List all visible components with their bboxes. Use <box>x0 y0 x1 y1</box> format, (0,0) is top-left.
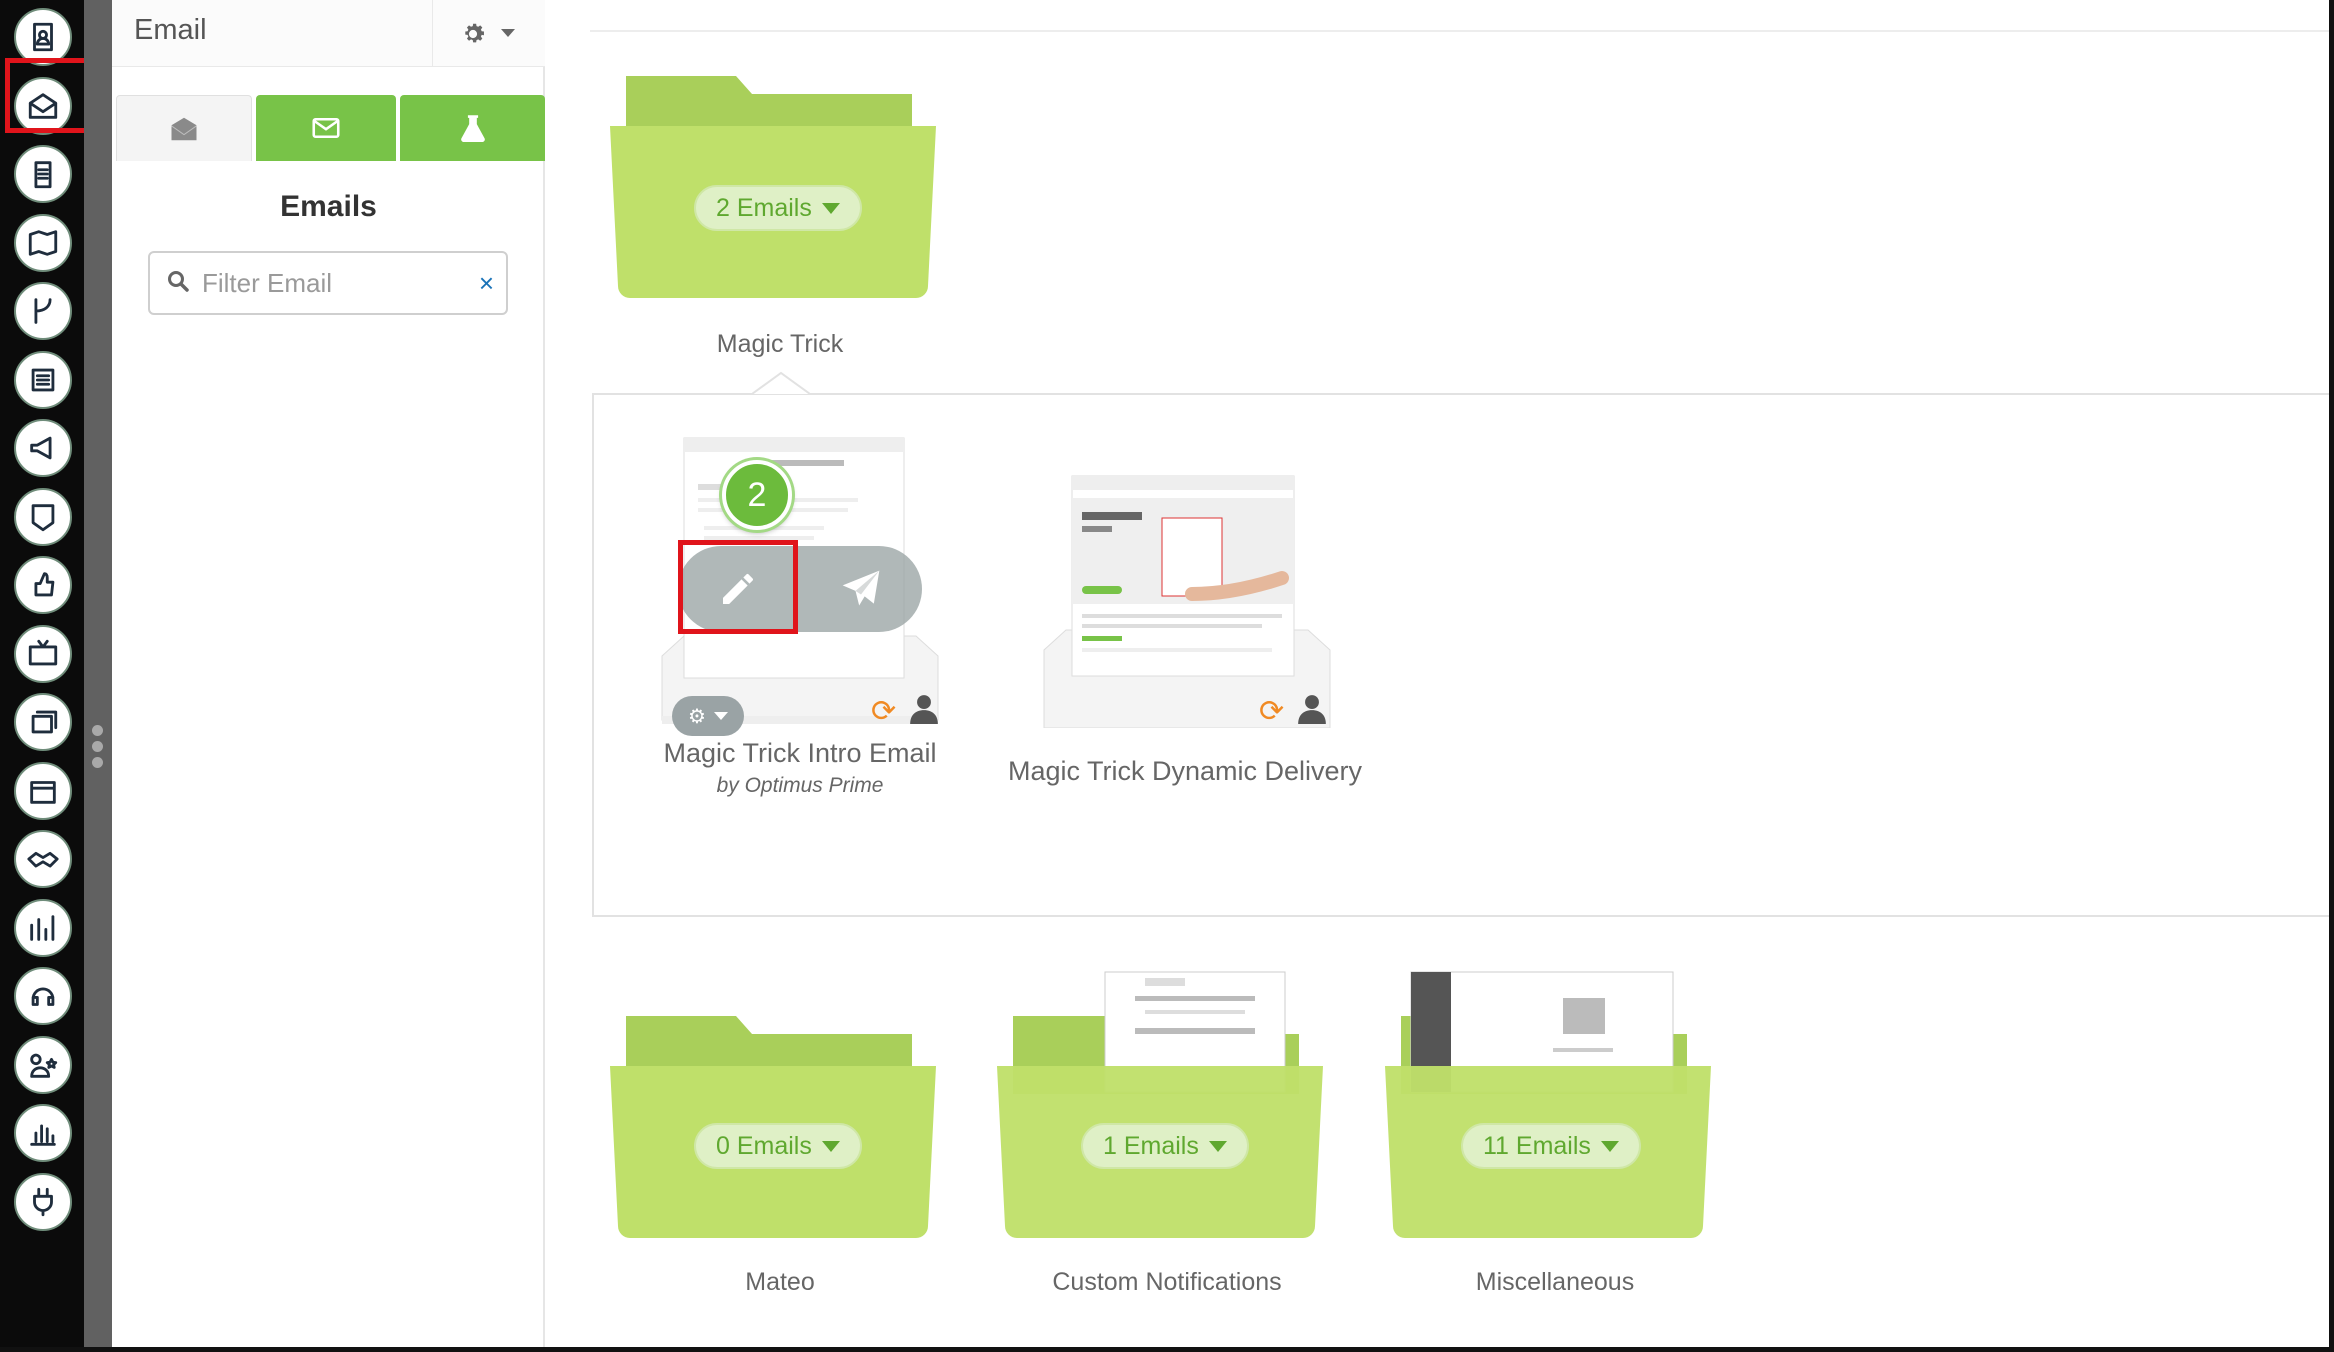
email-card-magic-trick-dynamic-delivery[interactable] <box>1042 474 1332 729</box>
search-icon <box>168 271 189 292</box>
folder-count-dropdown[interactable]: 11 Emails <box>1461 1123 1641 1169</box>
paper-plane-icon <box>842 570 880 606</box>
user-icon <box>1298 694 1326 729</box>
nav-clipboard-button[interactable] <box>14 145 72 203</box>
edit-button-highlight <box>678 540 798 634</box>
splitter-dot <box>92 725 103 736</box>
top-divider <box>590 30 2334 32</box>
tab-emails[interactable] <box>116 95 252 161</box>
email-nav-highlight <box>5 58 92 133</box>
folder-count-dropdown[interactable]: 0 Emails <box>694 1123 862 1169</box>
handshake-icon <box>27 851 59 868</box>
nav-thumbs-up-button[interactable] <box>14 556 72 614</box>
folder-name: Custom Notifications <box>1052 1268 1282 1296</box>
folder-miscellaneous[interactable] <box>1383 968 1713 1246</box>
folder-count-dropdown[interactable]: 1 Emails <box>1081 1123 1249 1169</box>
frame-border <box>0 1347 2334 1352</box>
sync-icon: ⟳ <box>1259 695 1285 728</box>
filter-email-input[interactable] <box>200 264 464 302</box>
user-star-icon <box>30 1053 58 1078</box>
nav-branch-button[interactable] <box>14 282 72 340</box>
folder-name: Mateo <box>745 1268 815 1296</box>
folder-icon <box>997 971 1323 1238</box>
user-icon <box>910 694 938 729</box>
folder-name: Miscellaneous <box>1475 1268 1635 1296</box>
nav-bar-chart-button[interactable] <box>14 1104 72 1162</box>
email-thumbnail <box>1043 475 1331 729</box>
bar-chart-icon <box>30 1124 56 1146</box>
nav-map-button[interactable] <box>14 213 72 272</box>
folder-count-label: 0 Emails <box>716 1131 812 1160</box>
list-icon <box>31 368 55 391</box>
nav-chat-button[interactable] <box>14 487 72 546</box>
chevron-down-icon <box>821 202 840 214</box>
chevron-down-icon <box>713 712 728 720</box>
tab-email-sends[interactable] <box>256 95 396 161</box>
email-settings-dropdown[interactable]: ⚙ <box>672 696 744 736</box>
envelope-open-icon <box>171 117 197 140</box>
panel-splitter[interactable] <box>84 0 112 1352</box>
sync-icon: ⟳ <box>871 695 897 728</box>
nav-list-button[interactable] <box>14 350 72 409</box>
panel-pointer <box>752 371 810 395</box>
folder-count-label: 1 Emails <box>1103 1131 1199 1160</box>
frame-border <box>2329 0 2334 1352</box>
folder-count-label: 2 Emails <box>716 193 812 222</box>
email-title[interactable]: Magic Trick Dynamic Delivery <box>1000 756 1370 787</box>
envelope-icon <box>312 117 340 139</box>
gear-icon <box>465 23 484 43</box>
nav-tv-button[interactable] <box>14 624 72 683</box>
tv-icon <box>28 639 58 665</box>
chat-icon <box>31 503 55 531</box>
nav-handshake-button[interactable] <box>14 830 72 888</box>
map-icon <box>28 229 58 256</box>
clear-filter-icon[interactable]: × <box>479 265 494 301</box>
megaphone-icon <box>30 436 52 460</box>
chevron-down-icon <box>1208 1140 1227 1152</box>
splitter-dot <box>92 757 103 768</box>
splitter-dot <box>92 741 103 752</box>
folder-count-label: 11 Emails <box>1483 1131 1591 1160</box>
folder-name: Magic Trick <box>716 330 844 358</box>
clipboard-icon <box>34 161 52 189</box>
email-title[interactable]: Magic Trick Intro Email <box>640 738 960 769</box>
chevron-down-icon <box>501 29 515 37</box>
nav-images-button[interactable] <box>14 693 72 751</box>
nav-plug-button[interactable] <box>14 1172 72 1231</box>
email-author: by Optimus Prime <box>716 774 884 797</box>
analytics-icon <box>30 914 55 941</box>
folder-custom-notifications[interactable] <box>995 968 1325 1246</box>
flask-icon <box>460 115 485 142</box>
gear-icon: ⚙ <box>688 705 706 728</box>
chevron-down-icon <box>1600 1140 1619 1152</box>
folder-icon <box>1385 971 1711 1238</box>
step-2-badge: 2 <box>722 460 792 530</box>
emails-heading: Emails <box>280 190 377 223</box>
chevron-down-icon <box>821 1140 840 1152</box>
nav-headset-button[interactable] <box>14 967 72 1025</box>
headset-icon <box>31 987 55 1006</box>
images-icon <box>31 710 58 734</box>
contacts-icon <box>33 22 53 52</box>
settings-dropdown-button[interactable] <box>432 0 546 66</box>
panel-title: Email <box>134 14 207 46</box>
calendar-icon <box>30 780 56 804</box>
tab-email-tests[interactable] <box>400 95 545 161</box>
nav-user-star-button[interactable] <box>14 1035 72 1094</box>
send-email-button[interactable] <box>800 546 922 632</box>
thumbs-up-icon <box>34 572 55 597</box>
branch-icon <box>34 298 52 324</box>
nav-calendar-button[interactable] <box>14 761 72 820</box>
plug-icon <box>33 1187 53 1216</box>
nav-analytics-button[interactable] <box>14 898 72 957</box>
step-2-number: 2 <box>747 475 767 514</box>
nav-megaphone-button[interactable] <box>14 419 72 477</box>
folder-count-dropdown[interactable]: 2 Emails <box>694 185 862 231</box>
